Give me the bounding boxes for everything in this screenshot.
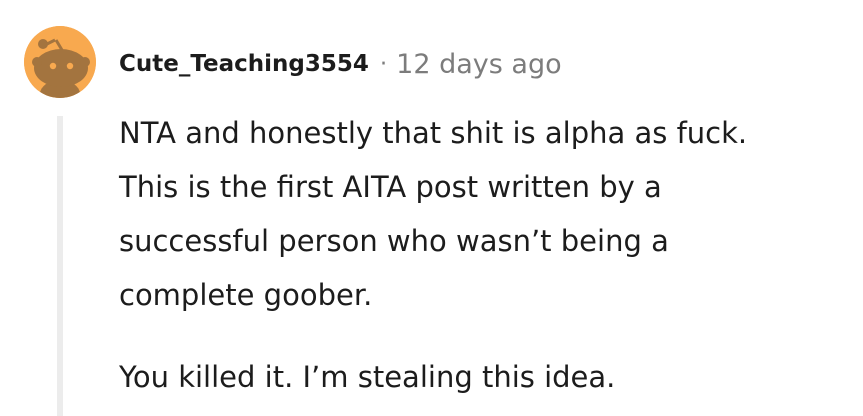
reddit-snoo-avatar-icon xyxy=(24,26,96,98)
comment-text-line: complete goober. xyxy=(119,278,373,312)
user-avatar[interactable] xyxy=(24,26,96,98)
comment-text-line: NTA and honestly that shit is alpha as f… xyxy=(119,116,748,150)
comment-text-line: This is the first AITA post written by a xyxy=(119,170,662,204)
comment-meta: Cute_Teaching3554 · 12 days ago xyxy=(119,44,562,84)
comment-text-line: successful person who wasn’t being a xyxy=(119,224,669,258)
comment-text-paragraph: You killed it. I’m stealing this idea. xyxy=(119,360,616,394)
thread-collapse-line[interactable] xyxy=(57,116,63,416)
comment-body: NTA and honestly that shit is alpha as f… xyxy=(119,106,859,404)
comment-timestamp[interactable]: 12 days ago xyxy=(396,49,561,80)
comment-author[interactable]: Cute_Teaching3554 xyxy=(119,51,369,77)
meta-separator: · xyxy=(379,51,388,77)
